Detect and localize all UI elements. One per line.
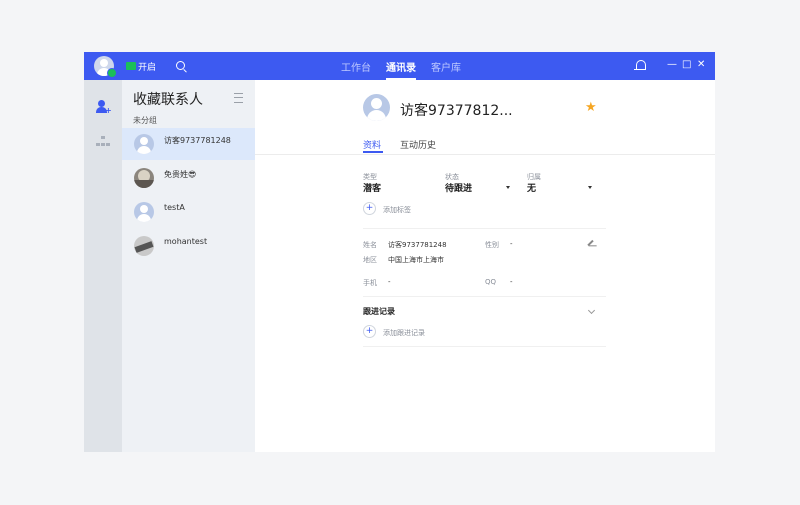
tab-interaction-history[interactable]: 互动历史 xyxy=(400,138,436,151)
chevron-down-icon[interactable] xyxy=(587,306,596,315)
edit-icon[interactable] xyxy=(587,239,594,247)
contact-name: mohantest xyxy=(164,237,208,246)
tab-profile[interactable]: 资料 xyxy=(363,138,381,151)
contact-item[interactable]: testA xyxy=(122,196,255,228)
gender-value: - xyxy=(510,240,513,248)
phone-value: - xyxy=(388,278,391,286)
star-icon[interactable]: ★ xyxy=(585,101,597,114)
name-field-label: 姓名 xyxy=(363,241,377,249)
nav-contacts[interactable]: 通讯录 xyxy=(386,52,416,80)
contact-avatar xyxy=(134,134,154,154)
online-dot-icon xyxy=(107,68,117,78)
contact-avatar xyxy=(134,168,154,188)
type-value[interactable]: 潜客 xyxy=(363,181,381,194)
search-icon[interactable] xyxy=(176,61,185,70)
close-button[interactable]: ✕ xyxy=(697,59,705,71)
contacts-panel: 收藏联系人 未分组 访客9737781248 免贵姓😎 testA mohant… xyxy=(122,80,255,452)
group-label[interactable]: 未分组 xyxy=(133,115,157,126)
divider xyxy=(363,296,606,297)
profile-name: 访客97377812... xyxy=(400,103,513,119)
nav-workbench[interactable]: 工作台 xyxy=(341,52,371,80)
status-toggle[interactable]: 开启 xyxy=(126,60,157,73)
status-chip-icon xyxy=(126,62,136,70)
name-field-value: 访客9737781248 xyxy=(388,241,447,249)
contact-name: 免贵姓😎 xyxy=(164,170,197,179)
panel-title: 收藏联系人 xyxy=(133,92,203,108)
qq-value: - xyxy=(510,278,513,286)
contact-item[interactable]: mohantest xyxy=(122,230,255,262)
chevron-down-icon[interactable] xyxy=(506,186,510,189)
chevron-down-icon[interactable] xyxy=(588,186,592,189)
org-chart-icon[interactable] xyxy=(96,136,110,148)
profile-panel: 访客97377812... ★ 资料 互动历史 类型 潜客 状态 待跟进 归属 … xyxy=(255,80,715,452)
contact-name: 访客9737781248 xyxy=(164,136,231,145)
divider xyxy=(363,346,606,347)
contact-item[interactable]: 免贵姓😎 xyxy=(122,162,255,194)
bell-icon[interactable] xyxy=(634,60,646,71)
contact-avatar xyxy=(134,236,154,256)
divider xyxy=(255,154,715,155)
owner-select[interactable]: 无 xyxy=(527,181,536,194)
app-window: 开启 工作台 通讯录 客户库 — □ ✕ + 收藏联系人 未分组 访客97377… xyxy=(84,52,715,452)
top-bar: 开启 工作台 通讯录 客户库 — □ ✕ xyxy=(84,52,715,80)
maximize-button[interactable]: □ xyxy=(682,59,691,71)
nav-customer-library[interactable]: 客户库 xyxy=(431,52,461,80)
active-tab-indicator xyxy=(363,151,383,153)
region-value: 中国上海市上海市 xyxy=(388,256,444,264)
status-select[interactable]: 待跟进 xyxy=(445,181,472,194)
profile-avatar xyxy=(363,94,390,121)
divider xyxy=(363,228,606,229)
contact-avatar xyxy=(134,202,154,222)
followup-section-title: 跟进记录 xyxy=(363,307,395,316)
phone-label: 手机 xyxy=(363,279,377,287)
add-followup-button[interactable]: 添加跟进记录 xyxy=(383,328,425,338)
contact-item[interactable]: 访客9737781248 xyxy=(122,128,255,160)
add-tag-icon[interactable]: + xyxy=(363,202,376,215)
qq-label: QQ xyxy=(485,278,497,286)
minimize-button[interactable]: — xyxy=(667,59,677,71)
region-label: 地区 xyxy=(363,256,377,264)
add-tag-button[interactable]: 添加标签 xyxy=(383,205,411,215)
menu-icon[interactable] xyxy=(234,93,243,103)
status-label: 开启 xyxy=(138,62,157,73)
gender-label: 性别 xyxy=(485,241,499,249)
contact-name: testA xyxy=(164,203,185,212)
contacts-rail-icon[interactable]: + xyxy=(96,100,112,115)
add-followup-icon[interactable]: + xyxy=(363,325,376,338)
side-rail: + xyxy=(84,80,122,452)
